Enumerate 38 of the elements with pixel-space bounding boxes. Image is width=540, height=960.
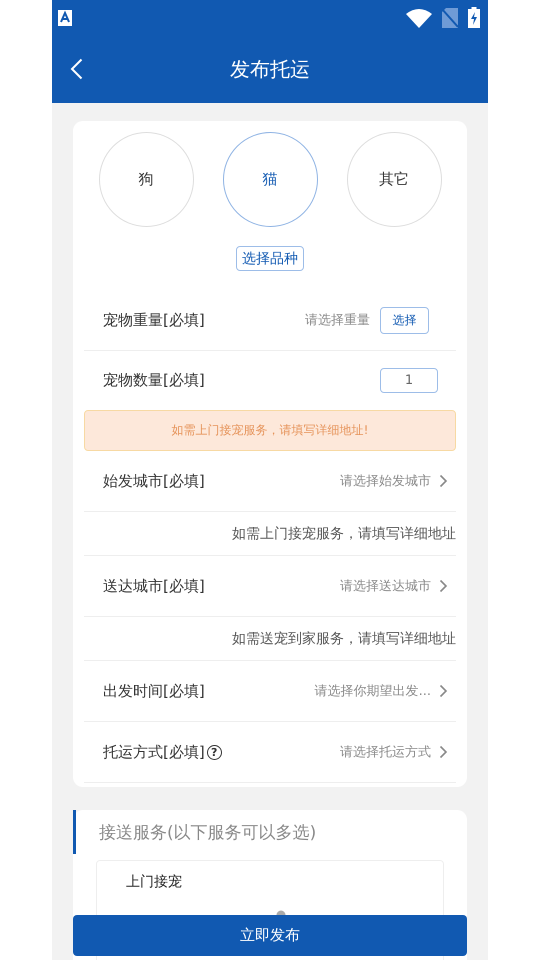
field-label: 出发时间[必填] — [103, 682, 205, 700]
publish-button[interactable]: 立即发布 — [73, 915, 467, 956]
choose-breed-button[interactable]: 选择品种 — [236, 246, 304, 271]
field-label: 送达城市[必填] — [103, 576, 205, 596]
select-row[interactable]: 送达城市[必填] 请选择送达城市 — [84, 556, 456, 617]
select-prompt: 请选择你期望出发... — [314, 683, 431, 700]
select-button[interactable]: 选择 — [380, 306, 429, 334]
battery-charging-icon — [468, 7, 480, 28]
chevron-right-icon — [439, 684, 448, 698]
pet-type-option[interactable]: 猫 — [222, 132, 318, 227]
pet-type-option[interactable]: 其它 — [346, 132, 442, 227]
chevron-right-icon — [439, 579, 448, 593]
field-label: 宠物数量[必填] — [103, 371, 205, 390]
help-icon[interactable]: ? — [206, 744, 222, 760]
no-sim-icon — [442, 8, 458, 28]
field-label: 宠物重量[必填] — [103, 310, 205, 330]
select-prompt: 请选择送达城市 — [340, 578, 431, 595]
address-notice: 如需上门接宠服务，请填写详细地址! — [84, 410, 456, 451]
page-title: 发布托运 — [230, 56, 310, 82]
field-label: 始发城市[必填] — [103, 472, 205, 490]
section-title: 接送服务(以下服务可以多选) — [99, 822, 316, 844]
chevron-right-icon — [439, 474, 448, 488]
address-hint: 如需上门接宠服务，请填写详细地址 — [84, 512, 456, 556]
back-icon[interactable] — [70, 58, 83, 80]
app-notification-icon — [58, 10, 72, 26]
quantity-field[interactable]: 1 — [380, 368, 438, 393]
select-row[interactable]: 始发城市[必填] 请选择始发城市 — [84, 451, 456, 512]
address-hint: 如需送宠到家服务，请填写详细地址 — [84, 617, 456, 661]
select-prompt: 请选择始发城市 — [340, 473, 431, 490]
field-label: 托运方式[必填] — [103, 742, 205, 762]
pet-type-option[interactable]: 狗 — [98, 132, 194, 227]
select-row[interactable]: 托运方式[必填] ? 请选择托运方式 — [84, 722, 456, 783]
select-row[interactable]: 出发时间[必填] 请选择你期望出发... — [84, 661, 456, 722]
weight-prompt: 请选择重量 — [305, 312, 370, 329]
chevron-right-icon — [439, 745, 448, 759]
select-prompt: 请选择托运方式 — [340, 744, 431, 761]
wifi-icon — [406, 8, 432, 28]
service-option[interactable]: 上门接宠 — [126, 861, 414, 891]
